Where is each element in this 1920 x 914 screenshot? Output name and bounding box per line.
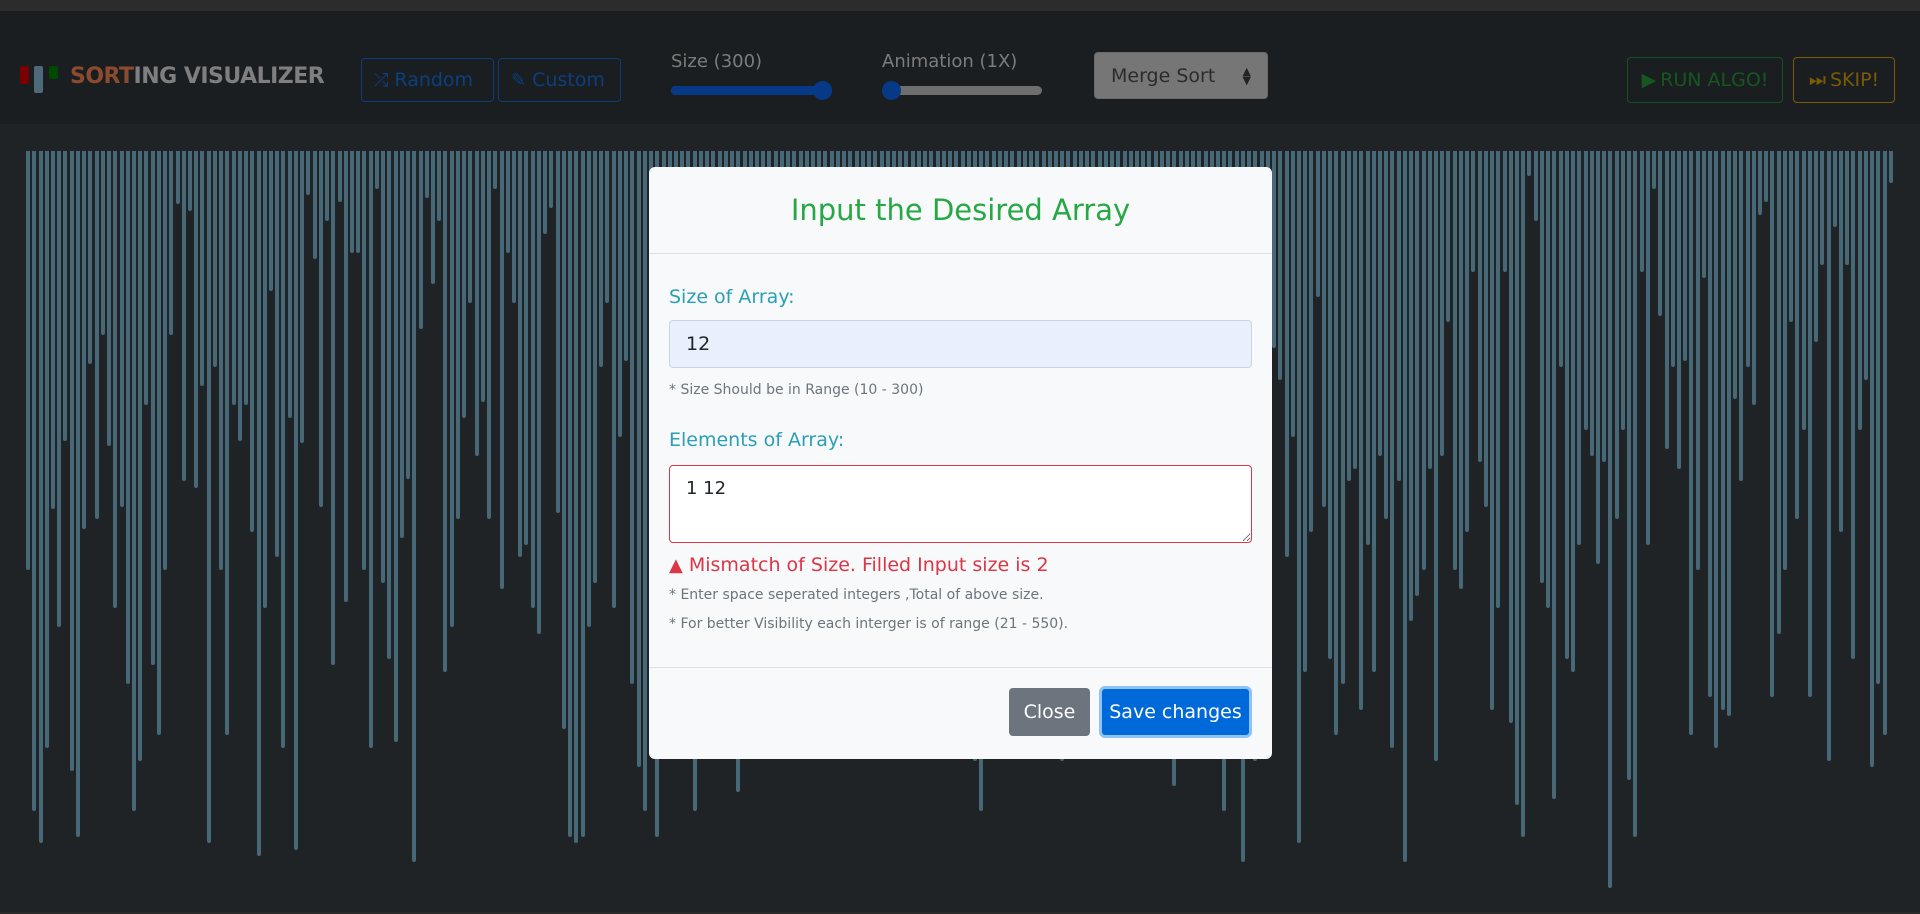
close-button[interactable]: Close [1009,688,1090,736]
modal-header: Input the Desired Array [649,167,1272,254]
elements-of-array-label: Elements of Array: [669,429,845,451]
size-hint: * Size Should be in Range (10 - 300) [669,382,924,398]
size-of-array-label: Size of Array: [669,286,795,308]
elements-hint-1: * Enter space seperated integers ,Total … [669,587,1044,603]
warning-icon: ▲ [669,554,683,576]
elements-hint-2: * For better Visibility each interger is… [669,616,1069,632]
save-changes-button[interactable]: Save changes [1099,686,1252,738]
modal-footer: Close Save changes [649,667,1272,759]
custom-array-modal: Input the Desired Array Size of Array: *… [649,167,1272,759]
elements-of-array-textarea[interactable]: 1 12 [669,465,1252,543]
size-of-array-input[interactable] [669,320,1252,368]
size-mismatch-error: ▲ Mismatch of Size. Filled Input size is… [669,554,1049,576]
error-text: Mismatch of Size. Filled Input size is 2 [688,554,1049,576]
modal-title: Input the Desired Array [790,193,1131,227]
